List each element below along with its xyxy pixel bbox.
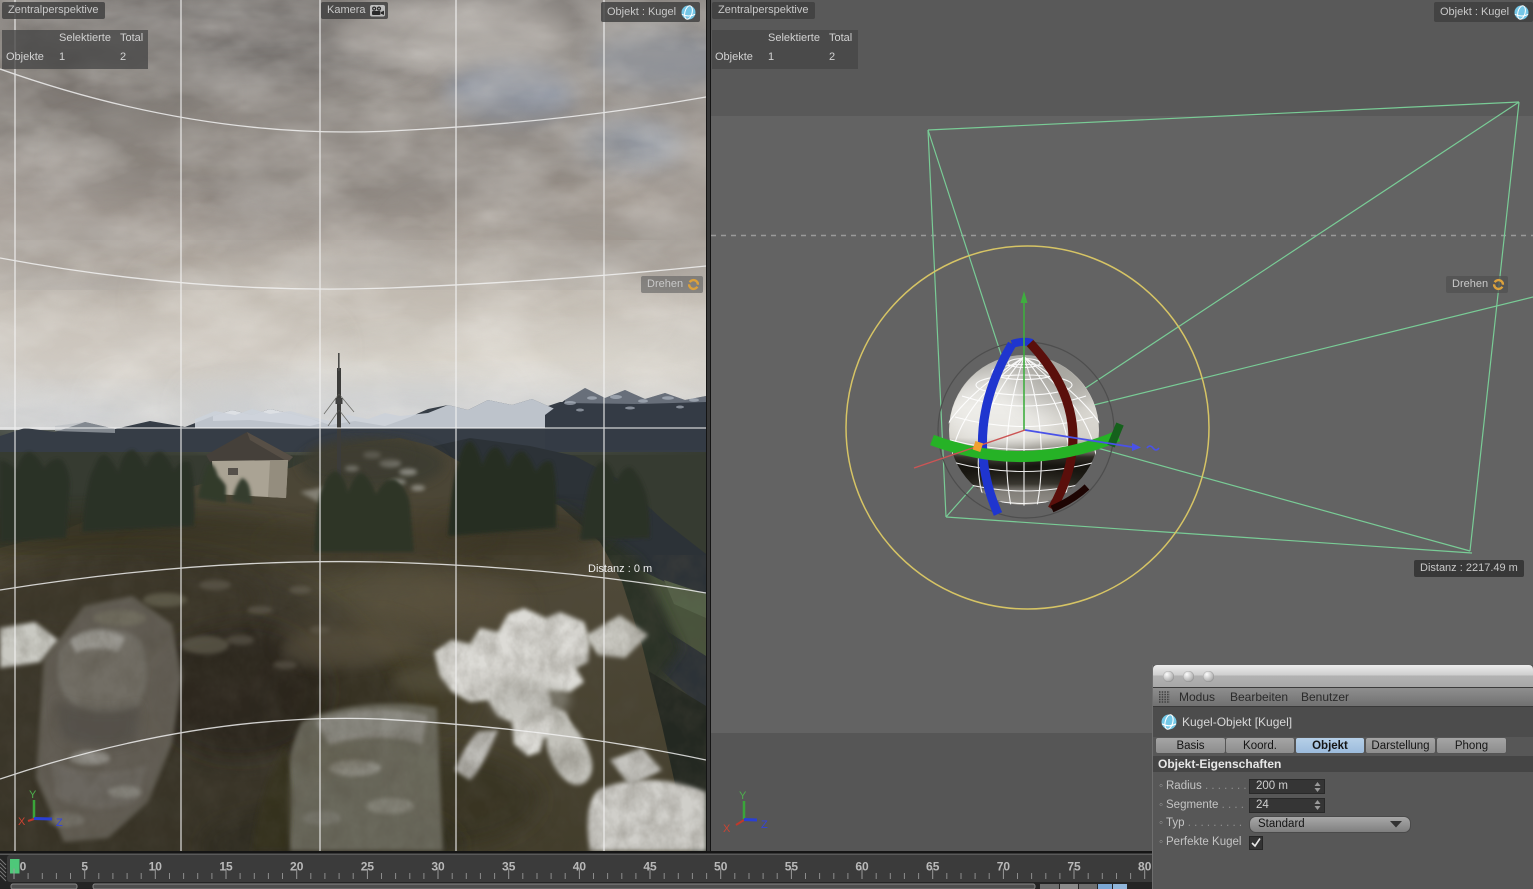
svg-text:Y: Y — [29, 789, 37, 801]
svg-text:X: X — [18, 816, 26, 828]
svg-text:0: 0 — [20, 860, 27, 874]
svg-text:X: X — [723, 823, 731, 835]
svg-text:Z: Z — [56, 817, 63, 829]
svg-text:Z: Z — [761, 819, 768, 831]
svg-text:Y: Y — [739, 790, 747, 802]
